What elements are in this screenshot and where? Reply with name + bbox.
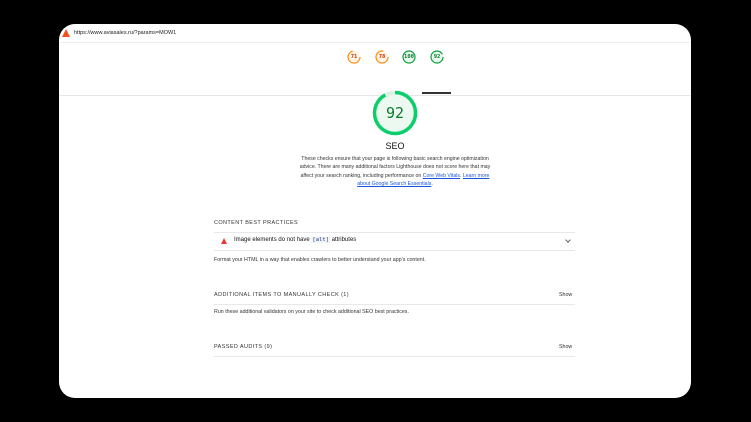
description-end: . <box>431 180 433 187</box>
chevron-down-icon[interactable] <box>565 237 571 243</box>
audit-image-alt[interactable]: Image elements do not have [alt] attribu… <box>214 233 575 250</box>
audit-title: Image elements do not have [alt] attribu… <box>234 237 356 243</box>
content-best-practices-description: Format your HTML in a way that enables c… <box>214 257 426 263</box>
browser-window: https://www.aviasales.ru/?params=MOW1 71… <box>59 24 691 398</box>
manual-show-button[interactable]: Show <box>559 292 572 298</box>
tab-performance[interactable]: 71 <box>347 50 361 64</box>
passed-audits-title: PASSED AUDITS (9) <box>214 344 273 350</box>
tab-best-practices[interactable]: 100 <box>402 50 416 64</box>
tab-seo[interactable]: 92 <box>430 50 444 64</box>
seo-score: 92 <box>385 104 405 122</box>
tab-accessibility[interactable]: 78 <box>375 50 389 64</box>
seo-gauge: 92 <box>372 90 418 136</box>
section-divider <box>214 304 575 305</box>
tab-score: 78 <box>378 54 386 60</box>
section-divider <box>214 356 575 357</box>
active-tab-indicator <box>422 92 451 94</box>
manual-check-title: ADDITIONAL ITEMS TO MANUALLY CHECK (1) <box>214 292 350 298</box>
tab-score: 92 <box>433 54 441 60</box>
category-description: These checks ensure that your page is fo… <box>295 155 495 188</box>
manual-check-description: Run these additional validators on your … <box>214 309 409 315</box>
section-divider <box>214 250 575 251</box>
lighthouse-icon <box>62 29 70 37</box>
url-text[interactable]: https://www.aviasales.ru/?params=MOW1 <box>74 30 176 36</box>
tab-score: 100 <box>404 54 414 60</box>
core-web-vitals-link[interactable]: Core Web Vitals <box>423 173 460 179</box>
audit-text-pre: Image elements do not have <box>234 237 312 243</box>
audit-text-post: attributes <box>329 237 357 243</box>
warning-triangle-icon <box>221 238 227 244</box>
score-tabs: 71 78 100 92 <box>59 43 691 96</box>
tab-score: 71 <box>350 54 358 60</box>
content-best-practices-title: CONTENT BEST PRACTICES <box>214 220 299 226</box>
passed-show-button[interactable]: Show <box>559 344 572 350</box>
category-title: SEO <box>385 141 405 151</box>
url-bar: https://www.aviasales.ru/?params=MOW1 <box>59 24 691 43</box>
audit-code: [alt] <box>311 237 330 243</box>
